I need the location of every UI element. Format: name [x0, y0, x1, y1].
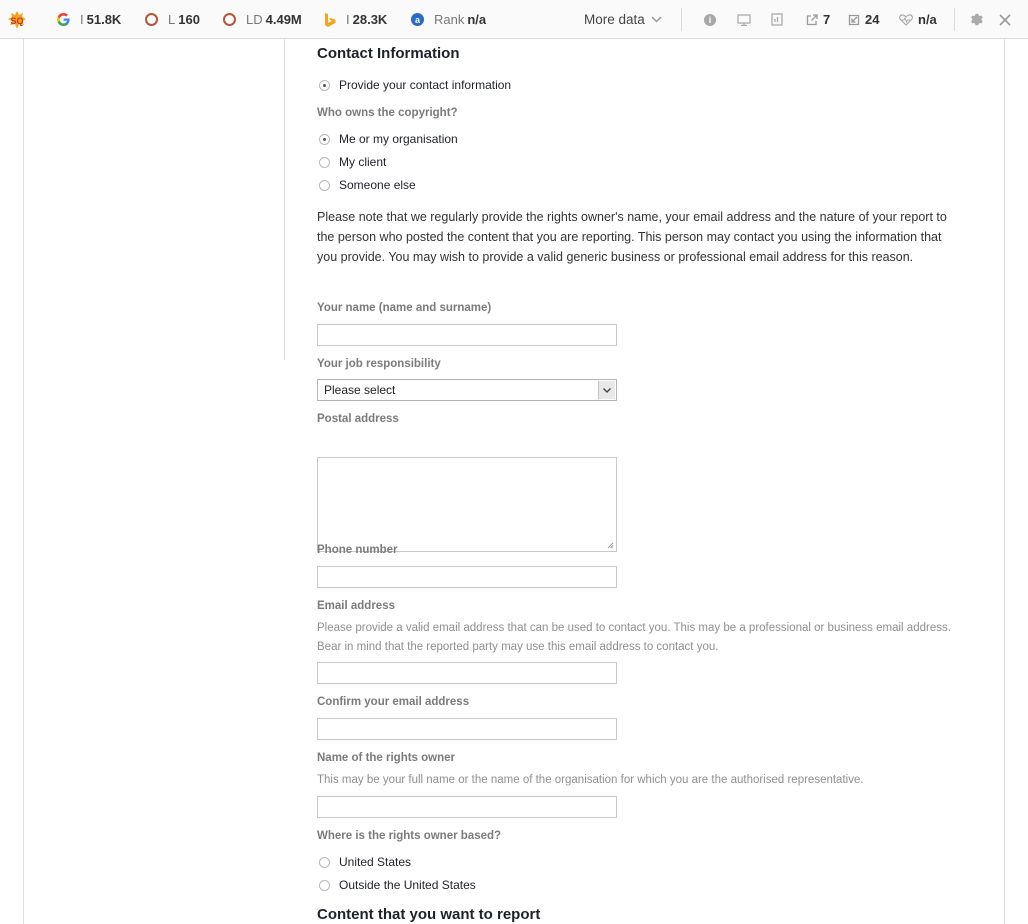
google-icon: [57, 13, 70, 26]
alexa-icon: a: [411, 13, 424, 26]
rank-label: Rank: [434, 12, 465, 27]
monitor-icon: [737, 13, 751, 26]
seo-toolbar: SQ I 51.8K L 160 LD 4.49M I 28.3K a Rank: [0, 0, 1028, 39]
provide-contact-label: Provide your contact information: [339, 78, 512, 92]
more-data-dropdown[interactable]: More data: [584, 0, 662, 39]
link-domains-metric[interactable]: LD 4.49M: [223, 0, 302, 39]
rights-owner-name-input[interactable]: [317, 796, 617, 818]
diagnosis-button[interactable]: [737, 0, 751, 39]
settings-button[interactable]: [970, 0, 983, 39]
link-domains-circle-icon: [223, 13, 236, 26]
document-chart-icon: [771, 13, 783, 26]
copyright-option-label: Me or my organisation: [339, 132, 458, 146]
svg-text:SQ: SQ: [10, 16, 23, 26]
copyright-owner-question: Who owns the copyright?: [317, 107, 458, 119]
info-icon: i: [704, 13, 716, 26]
link-domains-prefix: LD: [246, 12, 263, 27]
email-address-label: Email address: [317, 600, 395, 612]
external-link-icon: [806, 13, 818, 25]
external-links-value: 7: [823, 12, 831, 27]
email-help-text: Please provide a valid email address tha…: [317, 622, 951, 653]
select-arrow-button[interactable]: [598, 381, 615, 399]
toolbar-separator: [954, 8, 955, 31]
links-circle-icon: [145, 13, 158, 26]
external-links-metric[interactable]: 7: [806, 0, 830, 39]
resize-grip-icon[interactable]: [607, 542, 614, 549]
health-metric[interactable]: n/a: [899, 0, 937, 39]
copyright-option-someone-else[interactable]: Someone else: [317, 176, 416, 194]
confirm-email-label: Confirm your email address: [317, 696, 470, 708]
bing-icon: [325, 12, 336, 27]
health-value: n/a: [918, 12, 937, 27]
sidebar-divider: [284, 39, 285, 360]
privacy-notice-paragraph: Please note that we regularly provide th…: [317, 210, 947, 264]
gear-icon: [971, 13, 983, 26]
radio-button[interactable]: [319, 156, 330, 168]
internal-links-value: 24: [865, 12, 880, 27]
page-info-button[interactable]: i: [704, 0, 716, 39]
content-to-report-heading: Content that you want to report: [317, 906, 541, 923]
links-prefix: L: [168, 12, 176, 27]
contact-information-heading: Contact Information: [317, 45, 460, 62]
location-option-united-states[interactable]: United States: [317, 853, 411, 871]
close-toolbar-button[interactable]: [999, 0, 1011, 39]
copyright-option-client[interactable]: My client: [317, 153, 386, 171]
rights-owner-location-question: Where is the rights owner based?: [317, 830, 502, 842]
more-data-label: More data: [584, 12, 645, 27]
copyright-option-label: Someone else: [339, 178, 416, 192]
link-domains-value: 4.49M: [265, 12, 302, 27]
confirm-email-input[interactable]: [317, 718, 617, 740]
radio-button-checked[interactable]: [319, 133, 330, 145]
links-metric[interactable]: L 160: [145, 0, 200, 39]
location-option-outside-us[interactable]: Outside the United States: [317, 876, 476, 894]
density-button[interactable]: [771, 0, 783, 39]
location-option-label: United States: [339, 855, 412, 869]
internal-links-metric[interactable]: 24: [848, 0, 879, 39]
close-icon: [999, 13, 1011, 26]
provide-contact-radio[interactable]: Provide your contact information: [317, 76, 511, 94]
links-value: 160: [178, 12, 200, 27]
radio-button[interactable]: [319, 856, 330, 868]
copyright-option-label: My client: [339, 155, 387, 169]
heart-pulse-icon: [899, 13, 913, 26]
google-index-metric[interactable]: I 51.8K: [57, 0, 121, 39]
internal-link-icon: [848, 14, 860, 25]
job-responsibility-label: Your job responsibility: [317, 358, 441, 370]
bing-index-value: 28.3K: [352, 12, 388, 27]
postal-address-textarea[interactable]: [317, 457, 617, 552]
location-option-label: Outside the United States: [339, 878, 476, 892]
radio-button[interactable]: [319, 179, 330, 191]
rights-owner-help-text: This may be your full name or the name o…: [317, 774, 864, 786]
name-label: Your name (name and surname): [317, 302, 492, 314]
radio-button-checked[interactable]: [319, 79, 330, 91]
bing-index-prefix: I: [346, 12, 350, 27]
chevron-down-icon: [603, 387, 611, 393]
email-address-input[interactable]: [317, 662, 617, 684]
phone-number-input[interactable]: [317, 566, 617, 588]
bing-index-metric[interactable]: I 28.3K: [325, 0, 387, 39]
job-responsibility-select[interactable]: Please select: [317, 379, 617, 401]
google-index-value: 51.8K: [86, 12, 122, 27]
rank-value: n/a: [467, 12, 487, 27]
toolbar-separator: [681, 8, 682, 31]
google-index-prefix: I: [80, 12, 84, 27]
postal-address-label: Postal address: [317, 413, 399, 425]
copyright-option-me[interactable]: Me or my organisation: [317, 130, 458, 148]
rights-owner-name-label: Name of the rights owner: [317, 752, 456, 764]
job-responsibility-selected: Please select: [324, 383, 396, 397]
chevron-down-icon: [651, 16, 662, 23]
radio-button[interactable]: [319, 879, 330, 891]
phone-number-label: Phone number: [317, 544, 398, 556]
alexa-rank-metric[interactable]: a Rank n/a: [411, 0, 486, 39]
name-input[interactable]: [317, 324, 617, 346]
seoquake-logo-icon[interactable]: SQ: [8, 0, 26, 39]
